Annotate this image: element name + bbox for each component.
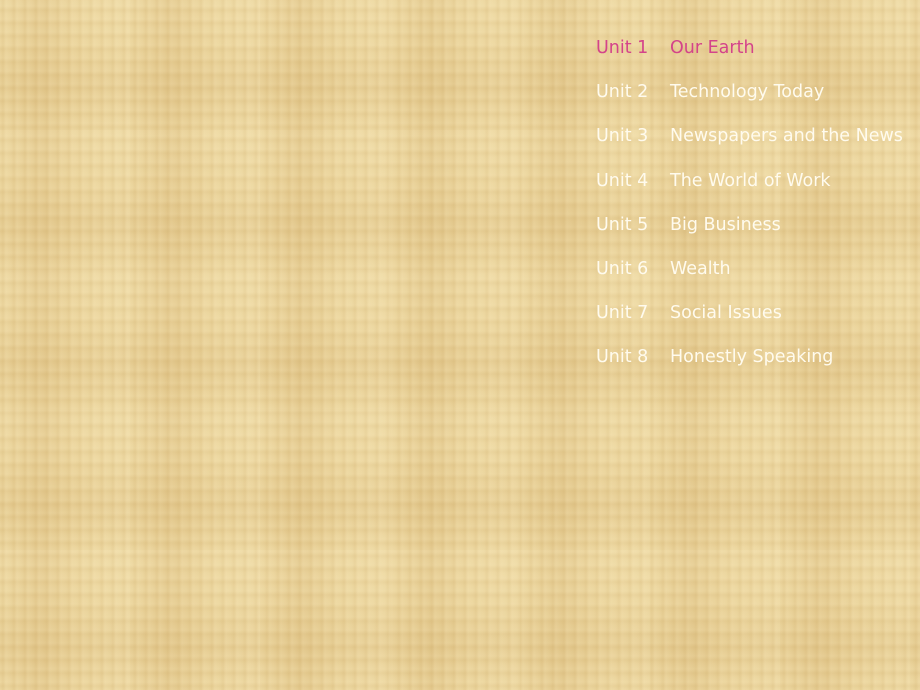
unit-title: Wealth [670, 258, 731, 279]
unit-title: The World of Work [670, 170, 831, 191]
unit-title: Social Issues [670, 303, 782, 324]
unit-link-2[interactable]: Unit 2 Technology Today [596, 82, 903, 126]
unit-title: Our Earth [670, 38, 755, 58]
unit-link-7[interactable]: Unit 7 Social Issues [596, 303, 903, 347]
unit-title: Big Business [670, 214, 781, 235]
unit-number: Unit 2 [596, 82, 649, 103]
unit-link-8[interactable]: Unit 8 Honestly Speaking [596, 347, 903, 391]
unit-number: Unit 7 [596, 303, 649, 324]
unit-number: Unit 4 [596, 170, 649, 191]
unit-title: Technology Today [670, 82, 825, 103]
unit-number: Unit 5 [596, 214, 649, 235]
unit-title: Honestly Speaking [670, 347, 834, 368]
unit-number: Unit 1 [596, 38, 649, 58]
unit-link-3[interactable]: Unit 3 Newspapers and the News [596, 126, 903, 170]
unit-link-5[interactable]: Unit 5 Big Business [596, 215, 903, 259]
unit-link-4[interactable]: Unit 4 The World of Work [596, 171, 903, 215]
unit-number: Unit 3 [596, 126, 649, 147]
unit-number: Unit 6 [596, 258, 649, 279]
unit-link-6[interactable]: Unit 6 Wealth [596, 259, 903, 303]
unit-title: Newspapers and the News [670, 126, 903, 147]
unit-link-1[interactable]: Unit 1 Our Earth [596, 38, 903, 82]
unit-number: Unit 8 [596, 347, 649, 368]
unit-menu: Unit 1 Our Earth Unit 2 Technology Today U… [596, 38, 903, 392]
